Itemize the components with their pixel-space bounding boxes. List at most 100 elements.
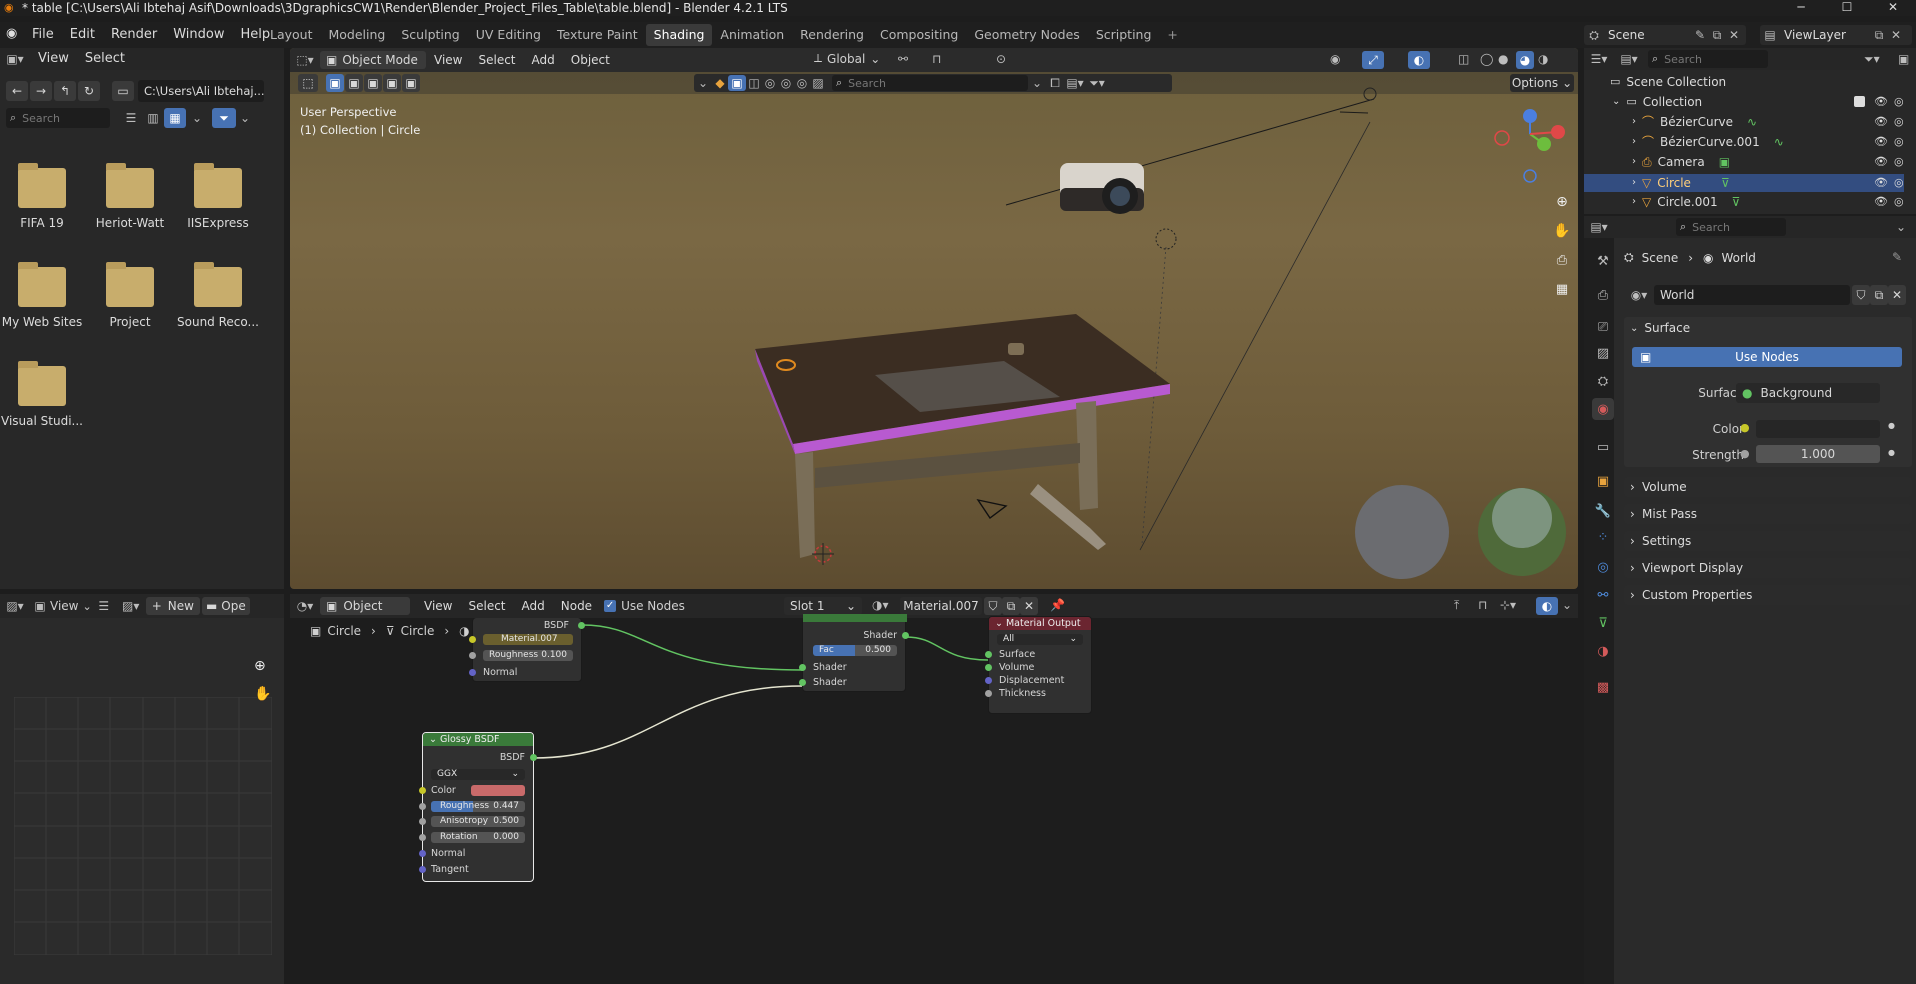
- folder-item[interactable]: FIFA 19: [0, 160, 84, 240]
- unlink-world-icon[interactable]: ✕: [1888, 285, 1906, 305]
- keyframe-dot-icon[interactable]: ●: [1888, 448, 1895, 457]
- volume-panel[interactable]: › Volume: [1624, 477, 1912, 497]
- editor-type-icon[interactable]: ▣▾: [0, 52, 30, 66]
- scene-selector[interactable]: ⛭ Scene ✎ ⧉ ✕: [1584, 25, 1746, 45]
- chevron-right-icon[interactable]: ›: [1632, 134, 1636, 150]
- editor-type-icon[interactable]: ▨▾: [0, 599, 30, 613]
- folder-item[interactable]: Sound Reco...: [176, 259, 260, 339]
- maximize-icon[interactable]: ☐: [1824, 0, 1870, 16]
- image-browse-icon[interactable]: ▨▾: [116, 599, 146, 613]
- settings-panel[interactable]: › Settings: [1624, 531, 1912, 551]
- view-label[interactable]: View: [50, 599, 78, 613]
- modifier-tab-icon[interactable]: 🔧: [1592, 500, 1614, 522]
- chevron-down-icon[interactable]: ⌄: [1612, 94, 1620, 110]
- forward-icon[interactable]: →: [30, 81, 52, 101]
- surface-shader-field[interactable]: ● Background: [1736, 383, 1880, 403]
- render-icon[interactable]: ◎: [1894, 175, 1904, 191]
- roughness-slider[interactable]: Roughness 0.447: [431, 801, 525, 812]
- 3d-viewport[interactable]: ⬚▾ ▣ Object Mode View Select Add Object …: [290, 48, 1578, 589]
- displacement-input-socket[interactable]: [985, 677, 992, 684]
- folder-item[interactable]: Visual Studi...: [0, 358, 84, 438]
- render-icon[interactable]: ◎: [1894, 114, 1904, 130]
- chevron-right-icon[interactable]: ›: [1632, 175, 1636, 191]
- fac-slider[interactable]: Fac 0.500: [813, 645, 897, 656]
- eye-icon[interactable]: 👁: [1874, 114, 1888, 130]
- bsdf-output-socket[interactable]: [530, 754, 537, 761]
- texture-tab-icon[interactable]: ▩: [1592, 676, 1614, 698]
- physics-tab-icon[interactable]: ◎: [1592, 556, 1614, 578]
- zoom-icon[interactable]: ⊕: [1552, 192, 1572, 212]
- editor-type-icon[interactable]: ▤▾: [1584, 220, 1614, 234]
- path-field[interactable]: C:\Users\Ali Ibtehaj...: [138, 80, 264, 102]
- zoom-icon[interactable]: ⊕: [254, 658, 266, 674]
- open-image-button[interactable]: ▬ Ope: [201, 597, 250, 615]
- mist-pass-panel[interactable]: › Mist Pass: [1624, 504, 1912, 524]
- menu-render[interactable]: Render: [103, 22, 165, 48]
- roughness-field[interactable]: Roughness 0.100: [483, 650, 573, 661]
- editor-type-icon[interactable]: ☰▾: [1584, 52, 1614, 66]
- use-nodes-button[interactable]: ▣ Use Nodes: [1632, 347, 1902, 367]
- folder-item[interactable]: IISExpress: [176, 160, 260, 240]
- mix-shader-node[interactable]: Shader Fac 0.500 Shader Shader: [799, 614, 909, 692]
- surface-panel-header[interactable]: ⌄ Surface: [1630, 319, 1690, 337]
- surface-input-socket[interactable]: [985, 651, 992, 658]
- outliner-item[interactable]: › ⌒ BézierCurve ∿ 👁 ◎: [1584, 114, 1904, 130]
- chevron-right-icon[interactable]: ›: [1632, 154, 1636, 170]
- collection-row[interactable]: ⌄ ▭ Collection 👁 ◎: [1584, 94, 1904, 110]
- viewport-display-panel[interactable]: › Viewport Display: [1624, 558, 1912, 578]
- menu-view[interactable]: View: [30, 48, 77, 70]
- remove-scene-icon[interactable]: ✕: [1726, 28, 1742, 42]
- roughness-input-socket[interactable]: [419, 803, 426, 810]
- normal-input-socket[interactable]: [469, 669, 476, 676]
- outliner-item[interactable]: › ▽ Circle.001 ⊽ 👁 ◎: [1584, 194, 1904, 210]
- outliner-search-input[interactable]: ⌕ Search: [1648, 50, 1768, 68]
- shader-input-1-socket[interactable]: [799, 664, 806, 671]
- render-icon[interactable]: ◎: [1894, 94, 1904, 110]
- pin-icon[interactable]: ✎: [1892, 250, 1902, 264]
- shader-node-top[interactable]: BSDF Material.007 Roughness 0.100 Normal: [469, 618, 585, 682]
- thumbnail-view-icon[interactable]: ▦: [164, 108, 186, 128]
- menu-file[interactable]: File: [24, 22, 62, 48]
- tab-compositing[interactable]: Compositing: [872, 24, 966, 46]
- file-search-input[interactable]: ⌕ Search: [6, 108, 110, 128]
- outliner-item[interactable]: › ⌒ BézierCurve.001 ∿ 👁 ◎: [1584, 134, 1904, 150]
- strength-socket-icon[interactable]: ●: [1740, 447, 1750, 460]
- menu-window[interactable]: Window: [165, 22, 232, 48]
- target-dropdown[interactable]: All ⌄: [997, 634, 1083, 645]
- color-socket-icon[interactable]: ●: [1740, 421, 1750, 434]
- folder-item[interactable]: My Web Sites: [0, 259, 84, 339]
- glossy-bsdf-node[interactable]: ⌄ Glossy BSDF BSDF GGX ⌄ Color Roughness…: [419, 732, 537, 882]
- tab-rendering[interactable]: Rendering: [792, 24, 872, 46]
- parent-dir-icon[interactable]: ↰: [54, 81, 76, 101]
- color-swatch[interactable]: [471, 785, 525, 796]
- remove-view-layer-icon[interactable]: ✕: [1888, 28, 1904, 42]
- chevron-down-icon[interactable]: ⌄: [82, 600, 91, 613]
- view-layer-selector[interactable]: ▤ ViewLayer ⧉ ✕: [1760, 25, 1912, 45]
- keyframe-dot-icon[interactable]: ●: [1888, 421, 1895, 430]
- tangent-input-socket[interactable]: [419, 866, 426, 873]
- fake-user-icon[interactable]: ⛉: [1852, 285, 1870, 305]
- anisotropy-slider[interactable]: Anisotropy 0.500: [431, 816, 525, 827]
- normal-input-socket[interactable]: [419, 850, 426, 857]
- properties-search-input[interactable]: ⌕ Search: [1676, 218, 1786, 236]
- eye-icon[interactable]: 👁: [1874, 94, 1888, 110]
- menu-select[interactable]: Select: [77, 48, 133, 70]
- outliner-item-selected[interactable]: › ▽ Circle ⊽ 👁 ◎: [1584, 174, 1904, 192]
- menu-edit[interactable]: Edit: [62, 22, 103, 48]
- roughness-input-socket[interactable]: [469, 652, 476, 659]
- eye-icon[interactable]: 👁: [1874, 134, 1888, 150]
- refresh-icon[interactable]: ↻: [78, 81, 100, 101]
- columns-view-icon[interactable]: ▥: [142, 111, 164, 125]
- display-mode-icon[interactable]: ▤▾: [1614, 52, 1644, 66]
- duplicate-world-icon[interactable]: ⧉: [1870, 285, 1888, 305]
- back-icon[interactable]: ←: [6, 81, 28, 101]
- menu-icon[interactable]: ☰: [92, 599, 116, 613]
- material-output-node[interactable]: ⌄ Material Output All ⌄ Surface Volume D…: [985, 616, 1092, 714]
- navigation-gizmo[interactable]: [1494, 109, 1565, 183]
- data-tab-icon[interactable]: ⊽: [1592, 612, 1614, 634]
- shader-output-socket[interactable]: [902, 632, 909, 639]
- new-image-button[interactable]: + New: [145, 597, 200, 615]
- color-input-socket[interactable]: [419, 787, 426, 794]
- filter-icon[interactable]: ⏷: [212, 108, 236, 128]
- color-input-socket[interactable]: [469, 636, 476, 643]
